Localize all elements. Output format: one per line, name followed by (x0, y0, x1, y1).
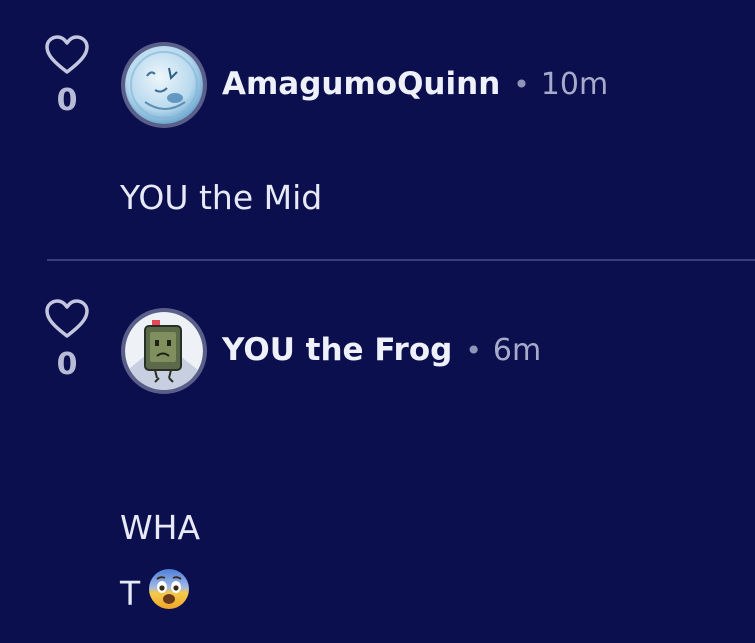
avatar[interactable] (121, 308, 207, 394)
timestamp: 6m (492, 332, 542, 368)
comment-item: 0 AmagumoQuinn • 10m YOU the Mid (0, 0, 755, 262)
like-control: 0 (42, 298, 92, 382)
comment-text-fragment: T (120, 574, 141, 613)
like-count: 0 (56, 347, 78, 382)
avatar[interactable] (121, 42, 207, 128)
meta-separator: • (513, 67, 530, 101)
comment-meta: YOU the Frog • 6m (222, 330, 541, 370)
meta-separator: • (465, 333, 482, 367)
like-count: 0 (56, 83, 78, 118)
comment-text: WHA (120, 508, 201, 547)
like-control: 0 (42, 34, 92, 118)
comment-meta: AmagumoQuinn • 10m (222, 64, 608, 104)
comment-item: 0 YOU the Frog • 6m WHA T (0, 262, 755, 643)
comment-text: T (120, 569, 190, 619)
timestamp: 10m (540, 66, 609, 102)
username[interactable]: AmagumoQuinn (222, 66, 500, 102)
divider (47, 259, 755, 261)
heart-icon[interactable] (42, 298, 92, 340)
username[interactable]: YOU the Frog (222, 332, 452, 368)
heart-icon[interactable] (42, 34, 92, 76)
comment-text: YOU the Mid (120, 178, 323, 217)
fearful-face-emoji-icon (148, 568, 190, 619)
